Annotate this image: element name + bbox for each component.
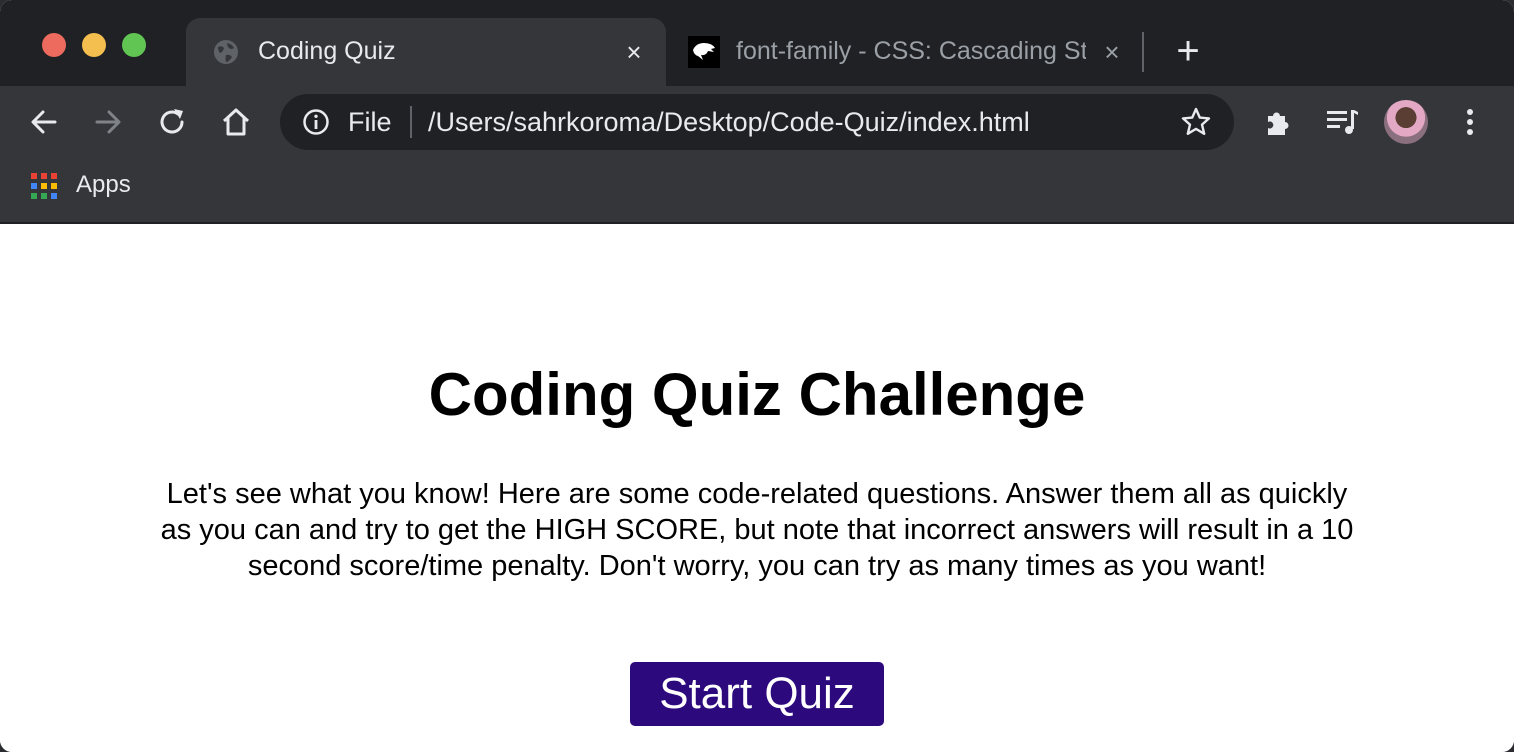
menu-icon[interactable] <box>1452 104 1488 140</box>
tab-strip: Coding Quiz × font-family - CSS: Cascadi… <box>0 0 1514 86</box>
apps-bookmark[interactable]: Apps <box>76 171 131 199</box>
page-title: Coding Quiz Challenge <box>428 361 1086 428</box>
tab-title: Coding Quiz <box>258 37 396 65</box>
home-icon[interactable] <box>218 104 254 140</box>
info-icon[interactable] <box>302 108 330 136</box>
url-text[interactable]: /Users/sahrkoroma/Desktop/Code-Quiz/inde… <box>428 107 1030 138</box>
scheme-label: File <box>348 107 392 137</box>
window-maximize-button[interactable] <box>122 33 146 57</box>
address-separator <box>410 106 412 138</box>
bookmark-star-icon[interactable] <box>1180 106 1212 138</box>
media-queue-icon[interactable] <box>1324 104 1360 140</box>
window-close-button[interactable] <box>42 33 66 57</box>
new-tab-button[interactable]: + <box>1170 31 1206 71</box>
apps-grid-icon[interactable] <box>30 172 58 200</box>
address-bar[interactable]: File /Users/sahrkoroma/Desktop/Code-Quiz… <box>280 94 1234 150</box>
mdn-dino-icon <box>688 36 720 68</box>
reload-icon[interactable] <box>154 104 190 140</box>
forward-icon[interactable] <box>90 104 126 140</box>
tab-close-button[interactable]: × <box>620 38 648 66</box>
bookmarks-bar: Apps <box>0 158 1514 224</box>
tab-divider <box>1142 32 1144 72</box>
tab-mdn-font-family[interactable]: font-family - CSS: Cascading Style Sheet… <box>670 18 1142 86</box>
extensions-icon[interactable] <box>1260 104 1296 140</box>
start-quiz-button[interactable]: Start Quiz <box>630 662 884 726</box>
back-icon[interactable] <box>26 104 62 140</box>
tab-close-button[interactable]: × <box>1098 38 1126 66</box>
tab-coding-quiz[interactable]: Coding Quiz × <box>186 18 666 86</box>
avatar[interactable] <box>1384 100 1428 144</box>
page-content: Coding Quiz Challenge Let's see what you… <box>0 224 1514 752</box>
globe-icon <box>214 40 238 64</box>
window-minimize-button[interactable] <box>82 33 106 57</box>
intro-text: Let's see what you know! Here are some c… <box>160 478 1354 582</box>
tab-title: font-family - CSS: Cascading Style Sheet… <box>736 37 1086 65</box>
browser-window: Coding Quiz × font-family - CSS: Cascadi… <box>0 0 1514 752</box>
browser-toolbar: File /Users/sahrkoroma/Desktop/Code-Quiz… <box>0 86 1514 158</box>
